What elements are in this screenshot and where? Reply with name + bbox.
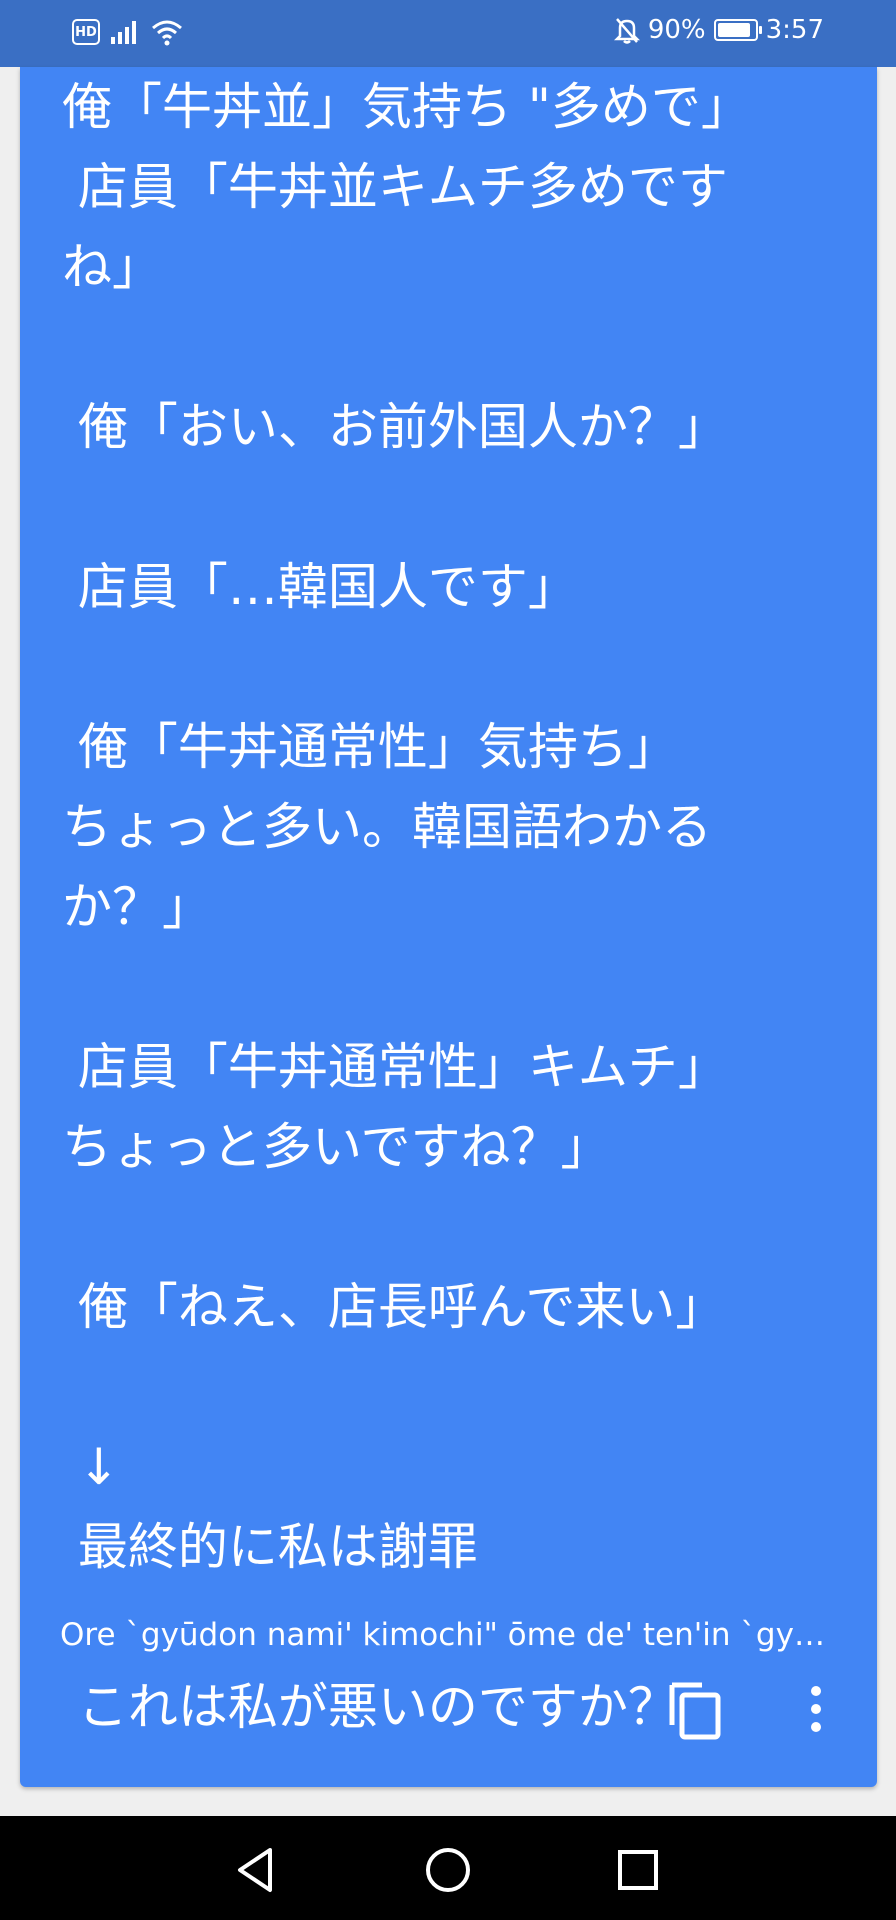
status-bar: HD 90% 3:57 (0, 0, 896, 67)
status-right: 90% 3:57 (613, 15, 824, 45)
copy-icon (669, 1682, 721, 1740)
battery-percent: 90% (647, 15, 706, 45)
transliteration-text: Ore `gyūdon nami' kimochi" ōme de' ten'i… (60, 1617, 840, 1653)
battery-fill (717, 23, 750, 37)
more-options-button[interactable] (792, 1673, 840, 1745)
cellular-signal-icon (111, 21, 136, 44)
battery-saver-icon (713, 19, 762, 41)
home-button[interactable] (418, 1840, 478, 1900)
translation-text[interactable]: 俺「牛丼並」気持ち "多めで」 店員「牛丼並キムチ多めです ね」 俺「おい、お前… (62, 67, 842, 1736)
back-button[interactable] (226, 1840, 286, 1900)
back-icon (238, 1848, 272, 1892)
hd-icon: HD (72, 19, 100, 45)
copy-button[interactable] (662, 1673, 734, 1745)
recent-apps-button[interactable] (608, 1840, 668, 1900)
home-icon (426, 1848, 470, 1892)
recent-apps-icon (618, 1850, 658, 1890)
wifi-icon (152, 20, 182, 46)
translation-card: 俺「牛丼並」気持ち "多めで」 店員「牛丼並キムチ多めです ね」 俺「おい、お前… (20, 67, 877, 1787)
more-vert-icon (811, 1686, 821, 1732)
clock: 3:57 (765, 15, 824, 45)
navigation-bar (0, 1816, 896, 1920)
status-left: HD (72, 18, 184, 46)
bell-off-icon (613, 18, 640, 44)
